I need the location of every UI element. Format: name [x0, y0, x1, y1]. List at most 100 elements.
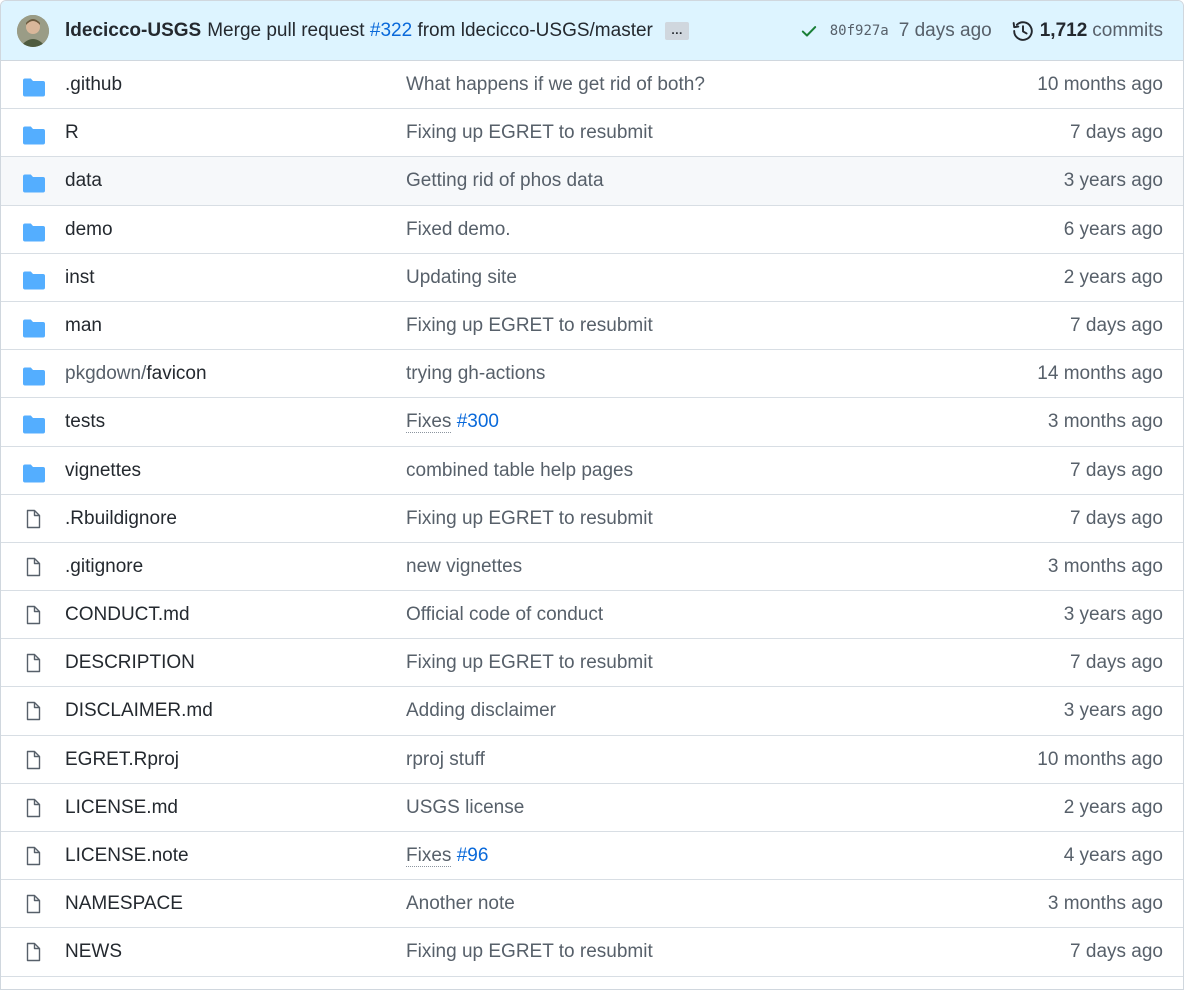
file-row[interactable]: .gitignore new vignettes 3 months ago [1, 543, 1183, 592]
commit-message[interactable]: Merge pull request #322 from ldecicco-US… [207, 20, 653, 42]
file-name-link[interactable]: EGRET.Rproj [65, 749, 179, 771]
commit-message-text[interactable]: Another note [406, 893, 515, 914]
file-name[interactable]: .github [65, 74, 122, 95]
commit-message-text[interactable]: combined table help pages [406, 460, 633, 481]
file-name-link[interactable]: .github [65, 74, 122, 96]
file-row[interactable]: data Getting rid of phos data 3 years ago [1, 157, 1183, 206]
commit-message-text[interactable]: Getting rid of phos data [406, 170, 604, 191]
commit-message-text[interactable]: Fixing up EGRET to resubmit [406, 315, 653, 336]
file-name[interactable]: DESCRIPTION [65, 652, 195, 673]
commit-message-text[interactable]: Updating site [406, 267, 517, 288]
commit-message-text[interactable]: Fixed demo. [406, 219, 511, 240]
commit-message-link[interactable]: Fixing up EGRET to resubmit [406, 508, 653, 530]
file-name[interactable]: NAMESPACE [65, 893, 183, 914]
commit-message-text[interactable]: trying gh-actions [406, 363, 545, 384]
commit-message-text[interactable]: Fixing up EGRET to resubmit [406, 508, 653, 529]
file-name-link[interactable]: LICENSE.note [65, 845, 189, 867]
file-row[interactable]: CONDUCT.md Official code of conduct 3 year… [1, 591, 1183, 640]
file-name-link[interactable]: .Rbuildignore [65, 508, 177, 530]
file-name[interactable]: LICENSE.note [65, 845, 189, 866]
file-name[interactable]: demo [65, 219, 113, 240]
file-name-link[interactable]: vignettes [65, 460, 141, 482]
history-icon[interactable] [1012, 20, 1034, 42]
file-row[interactable]: pkgdown/favicon trying gh-actions 14 month… [1, 350, 1183, 399]
file-name-link[interactable]: DESCRIPTION [65, 652, 195, 674]
commit-message-link[interactable]: Another note [406, 893, 515, 915]
file-name[interactable]: vignettes [65, 460, 141, 481]
file-row[interactable]: .Rbuildignore Fixing up EGRET to resubmit… [1, 495, 1183, 543]
commit-message-text[interactable]: What happens if we get rid of both? [406, 74, 705, 95]
file-row[interactable]: NAMESPACE Another note 3 months ago [1, 880, 1183, 929]
file-name[interactable]: tests [65, 411, 105, 432]
file-name-link[interactable]: demo [65, 219, 113, 241]
file-row[interactable]: .github What happens if we get rid of bot… [1, 61, 1183, 110]
file-row[interactable]: EGRET.Rproj rproj stuff 10 months ago [1, 736, 1183, 784]
file-name[interactable]: .gitignore [65, 556, 143, 577]
file-name[interactable]: inst [65, 267, 95, 288]
commit-message-link[interactable]: rproj stuff [406, 749, 485, 771]
file-name[interactable]: LICENSE.md [65, 797, 178, 818]
file-name[interactable]: favicon [146, 363, 206, 384]
commit-message-prefix[interactable]: Merge pull request [207, 20, 364, 41]
commit-message-text[interactable]: Fixes [406, 845, 452, 867]
commits-label[interactable]: commits [1092, 20, 1163, 42]
commit-message-link[interactable]: Adding disclaimer [406, 700, 556, 722]
file-name-link[interactable]: DISCLAIMER.md [65, 700, 213, 722]
file-row[interactable]: NEWS Fixing up EGRET to resubmit 7 days ag… [1, 928, 1183, 977]
issue-link[interactable]: #96 [457, 845, 489, 866]
commit-message-text[interactable]: Fixes [406, 411, 452, 434]
avatar[interactable] [17, 14, 49, 47]
commit-message-text[interactable]: Official code of conduct [406, 604, 603, 625]
commit-message-link[interactable]: Fixed demo. [406, 219, 511, 241]
commit-message-link[interactable]: Updating site [406, 267, 517, 289]
file-name-link[interactable]: data [65, 170, 102, 192]
file-row[interactable]: LICENSE.md USGS license 2 years ago [1, 784, 1183, 832]
commit-message-text[interactable]: Adding disclaimer [406, 700, 556, 721]
file-name[interactable]: .Rbuildignore [65, 508, 177, 529]
file-name[interactable]: CONDUCT.md [65, 604, 190, 625]
commit-message-link[interactable]: Getting rid of phos data [406, 170, 604, 192]
file-row[interactable]: inst Updating site 2 years ago [1, 254, 1183, 302]
file-row[interactable]: DISCLAIMER.md Adding disclaimer 3 years ag… [1, 687, 1183, 736]
commit-message-link[interactable]: What happens if we get rid of both? [406, 74, 705, 96]
file-name[interactable]: DISCLAIMER.md [65, 700, 213, 721]
commit-message-text[interactable]: new vignettes [406, 556, 522, 577]
check-icon[interactable] [800, 22, 818, 40]
issue-link[interactable]: #300 [457, 411, 499, 432]
commit-message-link[interactable]: Fixing up EGRET to resubmit [406, 941, 653, 963]
commit-message-link[interactable]: Fixes #96 [406, 845, 488, 867]
file-row[interactable]: LICENSE.note Fixes #96 4 years ago [1, 832, 1183, 881]
commit-message-link[interactable]: Fixing up EGRET to resubmit [406, 122, 653, 144]
pr-link[interactable]: #322 [370, 20, 412, 41]
file-name-link[interactable]: LICENSE.md [65, 797, 178, 819]
commit-message-text[interactable]: Fixing up EGRET to resubmit [406, 122, 653, 143]
file-name[interactable]: NEWS [65, 941, 122, 962]
commit-message-text[interactable]: Fixing up EGRET to resubmit [406, 652, 653, 673]
commits-count[interactable]: 1,712 [1040, 20, 1088, 42]
commit-message-link[interactable]: Fixing up EGRET to resubmit [406, 315, 653, 337]
file-name-link[interactable]: R [65, 122, 79, 144]
file-name-prefix[interactable]: pkgdown/ [65, 363, 146, 384]
file-name-link[interactable]: NEWS [65, 941, 122, 963]
commit-message-link[interactable]: Fixing up EGRET to resubmit [406, 652, 653, 674]
commit-message-link[interactable]: Fixes #300 [406, 411, 499, 434]
commit-message-link[interactable]: Official code of conduct [406, 604, 603, 626]
commit-message-link[interactable]: trying gh-actions [406, 363, 545, 385]
file-name-link[interactable]: pkgdown/favicon [65, 363, 207, 385]
commit-message-link[interactable]: USGS license [406, 797, 524, 819]
commit-sha[interactable]: 80f927a [830, 23, 889, 39]
file-name-link[interactable]: CONDUCT.md [65, 604, 190, 626]
file-name-link[interactable]: .gitignore [65, 556, 143, 578]
file-row[interactable]: man Fixing up EGRET to resubmit 7 days ago [1, 302, 1183, 351]
file-row[interactable]: demo Fixed demo. 6 years ago [1, 206, 1183, 254]
file-row[interactable]: DESCRIPTION Fixing up EGRET to resubmit 7 … [1, 639, 1183, 688]
commit-message-link[interactable]: combined table help pages [406, 460, 633, 482]
commit-author[interactable]: ldecicco-USGS [65, 20, 201, 42]
commit-message-text[interactable]: USGS license [406, 797, 524, 818]
file-name-link[interactable]: inst [65, 267, 95, 289]
file-name[interactable]: EGRET.Rproj [65, 749, 179, 770]
expand-message-button[interactable]: … [664, 21, 689, 40]
file-name-link[interactable]: man [65, 315, 102, 337]
commit-message-text[interactable]: rproj stuff [406, 749, 485, 770]
file-row[interactable]: R Fixing up EGRET to resubmit 7 days ago [1, 109, 1183, 158]
